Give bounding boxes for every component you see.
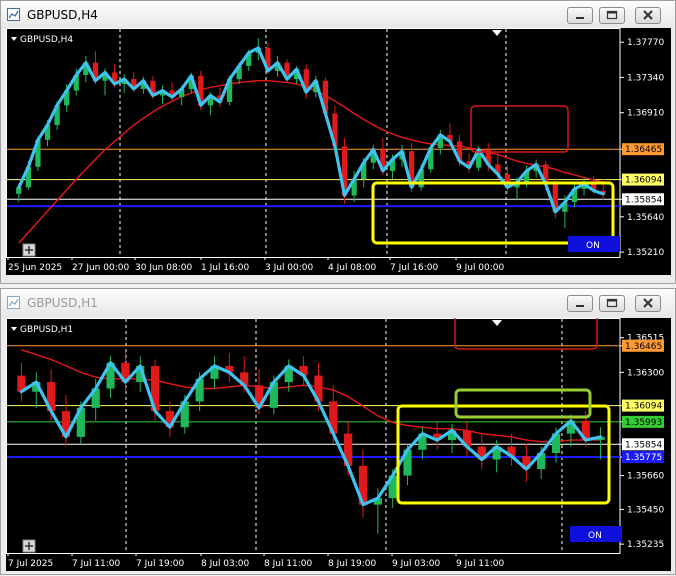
chart-window-h4: GBPUSD,H4 1.377701.373401.369101.364651.… [0,0,676,284]
price-level-tag-label: 1.35854 [625,440,662,450]
y-tick-label: 1.35450 [627,505,664,515]
close-button[interactable] [635,295,661,312]
y-tick-label: 1.35235 [627,540,664,550]
chart-area-h1[interactable]: 1.365151.364651.363001.360941.359931.358… [6,318,671,571]
red-annotation-box [454,318,598,350]
x-tick-label: 3 Jul 00:00 [265,263,314,273]
y-tick-label: 1.36300 [627,368,664,378]
y-tick-label: 1.36910 [627,109,664,119]
close-icon [643,10,653,20]
symbol-label: GBPUSD,H1 [20,325,73,335]
minimize-button[interactable] [567,295,593,312]
y-tick-label: 1.35660 [627,472,664,482]
maximize-button[interactable] [599,295,625,312]
x-tick-label: 7 Jul 2025 [8,559,53,569]
x-tick-label: 7 Jul 19:00 [136,559,185,569]
maximize-button[interactable] [599,7,625,24]
moving-average-line [18,80,604,244]
chart-h4-svg: 1.37770 1.37340 1.36910 1.36465 1.36094 1.358… [6,28,664,273]
x-tick-label: 9 Jul 11:00 [456,559,505,569]
maximize-icon [606,10,618,20]
chart-shift-marker-icon [492,30,502,36]
price-level-tag-label: 1.35993 [625,418,662,428]
window-title: GBPUSD,H1 [27,296,98,310]
price-level-tag-label: 1.36465 [625,342,662,352]
minimize-icon [576,305,584,307]
yellow-annotation-box [396,404,611,505]
x-tick-label: 27 Jun 00:00 [72,263,129,273]
on-button-label: ON [586,241,600,251]
price-level-tag-label: 1.36094 [625,176,662,186]
chart-window-icon [7,8,20,21]
x-tick-label: 7 Jul 11:00 [72,559,121,569]
symbol-dropdown-icon [11,37,17,41]
chart-area-h4[interactable]: 1.37770 1.37340 1.36910 1.36465 1.36094 1.358… [6,28,671,275]
x-tick-label: 30 Jun 08:00 [135,263,192,273]
minimize-icon [576,17,584,19]
red-annotation-box [470,105,569,153]
title-bar: GBPUSD,H1 [1,289,675,317]
x-tick-label: 9 Jul 00:00 [456,263,505,273]
window-title: GBPUSD,H4 [27,8,98,22]
chart-shift-marker-icon [492,320,502,326]
chart-window-icon [7,296,20,309]
symbol-dropdown-icon [11,327,17,331]
price-level-tag-label: 1.35854 [625,195,662,205]
x-tick-label: 8 Jul 11:00 [264,559,313,569]
chart-h1-svg: 1.365151.364651.363001.360941.359931.358… [6,318,664,569]
y-tick-label: 1.37340 [627,73,664,83]
green-annotation-box [454,388,592,419]
y-tick-label: 1.35640 [627,213,664,223]
x-tick-label: 8 Jul 19:00 [328,559,377,569]
maximize-icon [606,298,618,308]
y-tick-label: 1.35210 [627,248,664,258]
x-tick-label: 4 Jul 08:00 [328,263,377,273]
plot-frame [6,28,621,258]
y-tick-label: 1.37770 [627,38,664,48]
minimize-button[interactable] [567,7,593,24]
price-level-tag-label: 1.35775 [625,453,662,463]
symbol-label: GBPUSD,H4 [20,35,73,45]
price-level-tag-label: 1.36094 [625,402,662,412]
plot-frame [6,318,621,554]
close-button[interactable] [635,7,661,24]
x-tick-label: 7 Jul 16:00 [390,263,439,273]
chart-window-h1: GBPUSD,H1 1.365151.364651.363001.360941.… [0,288,676,575]
title-bar: GBPUSD,H4 [1,1,675,29]
x-tick-label: 1 Jul 16:00 [201,263,250,273]
x-tick-label: 9 Jul 03:00 [392,559,441,569]
price-level-tag-label: 1.36465 [625,145,662,155]
x-tick-label: 25 Jun 2025 [8,263,62,273]
close-icon [643,298,653,308]
on-button-label: ON [588,531,602,541]
x-tick-label: 8 Jul 03:00 [201,559,250,569]
